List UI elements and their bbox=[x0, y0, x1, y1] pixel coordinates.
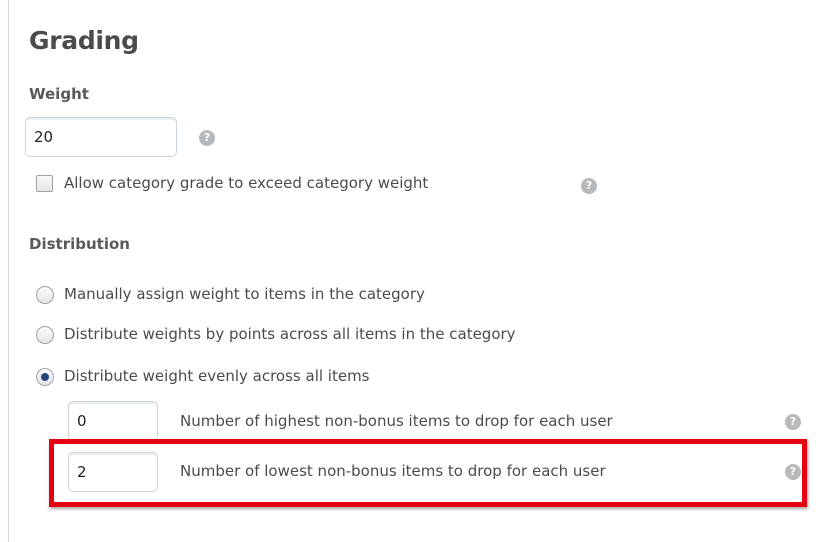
exceed-weight-checkbox[interactable] bbox=[36, 175, 53, 192]
even-weight-label: Distribute weight evenly across all item… bbox=[64, 367, 370, 385]
grading-title: Grading bbox=[29, 26, 139, 55]
distribution-label: Distribution bbox=[29, 235, 130, 253]
highlight-annotation-box bbox=[49, 439, 807, 507]
points-weight-label: Distribute weights by points across all … bbox=[64, 325, 516, 343]
grading-panel: Grading Weight ? Allow category grade to… bbox=[0, 0, 816, 542]
help-circle-icon[interactable]: ? bbox=[199, 130, 215, 146]
manual-weight-radio[interactable] bbox=[36, 286, 54, 304]
even-weight-radio[interactable] bbox=[36, 368, 54, 386]
drop-highest-input[interactable] bbox=[68, 401, 158, 441]
manual-weight-label: Manually assign weight to items in the c… bbox=[64, 285, 425, 303]
points-weight-radio[interactable] bbox=[36, 326, 54, 344]
weight-input[interactable] bbox=[25, 117, 177, 157]
help-circle-icon[interactable]: ? bbox=[785, 414, 801, 430]
exceed-weight-label: Allow category grade to exceed category … bbox=[64, 174, 429, 192]
drop-highest-label: Number of highest non-bonus items to dro… bbox=[180, 412, 613, 430]
left-border-divider bbox=[8, 0, 9, 542]
help-circle-icon[interactable]: ? bbox=[581, 178, 597, 194]
weight-label: Weight bbox=[29, 85, 89, 103]
